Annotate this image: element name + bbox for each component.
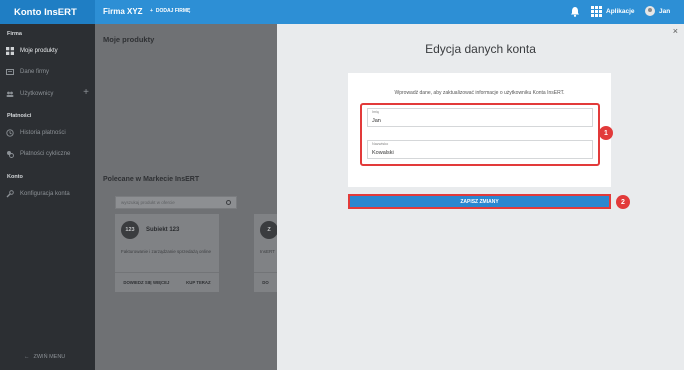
recurring-payment-icon bbox=[7, 150, 14, 158]
apps-grid-icon bbox=[591, 6, 602, 17]
panel-title: Edycja danych konta bbox=[425, 42, 536, 56]
market-section-title: Polecane w Markecie InsERT bbox=[103, 176, 200, 183]
plus-icon: + bbox=[150, 8, 153, 14]
product-badge: Z bbox=[260, 221, 277, 239]
wrench-icon bbox=[6, 189, 14, 197]
sidebar-item-label: Konfiguracja konta bbox=[20, 190, 70, 197]
section-account: Konto bbox=[7, 174, 23, 180]
save-changes-button[interactable]: ZAPISZ ZMIANY bbox=[348, 194, 611, 209]
add-company-button[interactable]: + DODAJ FIRMĘ bbox=[150, 8, 190, 14]
sidebar-item-account-config[interactable]: Konfiguracja konta bbox=[0, 186, 95, 201]
grid-icon bbox=[6, 46, 14, 55]
top-bar: Konto InsERT Firma XYZ + DODAJ FIRMĘ Apl… bbox=[0, 0, 684, 24]
apps-label: Aplikacje bbox=[606, 8, 635, 15]
apps-menu[interactable]: Aplikacje bbox=[591, 6, 635, 17]
user-menu[interactable]: Jan bbox=[645, 6, 670, 16]
section-firma: Firma bbox=[7, 31, 22, 37]
sidebar-item-payment-history[interactable]: Historia płatności bbox=[0, 125, 95, 140]
search-placeholder: wyszukaj produkt w ofercie bbox=[121, 200, 175, 205]
last-name-value: Kowalski bbox=[372, 150, 394, 156]
bell-icon[interactable] bbox=[570, 6, 580, 17]
sidebar-item-products[interactable]: Moje produkty bbox=[0, 43, 95, 58]
last-name-field[interactable]: Nazwisko Kowalski bbox=[367, 140, 593, 159]
add-user-plus-icon[interactable]: + bbox=[83, 88, 89, 98]
product-card-partial: Z InsERT DO bbox=[254, 214, 277, 292]
product-badge: 123 bbox=[121, 221, 139, 239]
users-icon bbox=[6, 91, 14, 97]
product-actions: DO bbox=[254, 272, 277, 292]
sidebar-item-label: Użytkownicy bbox=[20, 90, 54, 97]
app-logo[interactable]: Konto InsERT bbox=[0, 0, 95, 24]
sidebar-item-label: Moje produkty bbox=[20, 47, 58, 54]
page-title: Moje produkty bbox=[103, 35, 155, 44]
learn-more-button[interactable]: DOWIEDZ SIĘ WIĘCEJ bbox=[123, 280, 169, 285]
add-company-label: DODAJ FIRMĘ bbox=[155, 8, 191, 14]
first-name-field[interactable]: Imię Jan bbox=[367, 108, 593, 127]
search-icon[interactable] bbox=[226, 200, 231, 205]
user-avatar-icon bbox=[645, 6, 655, 16]
product-card-subiekt: 123 Subiekt 123 Fakturowanie i zarządzan… bbox=[115, 214, 219, 292]
user-name: Jan bbox=[659, 7, 671, 15]
product-description: InsERT bbox=[260, 249, 275, 254]
sidebar-item-label: Historia płatności bbox=[20, 129, 66, 136]
callout-badge: 2 bbox=[616, 195, 630, 209]
product-description: Fakturowanie i zarządzanie sprzedażą onl… bbox=[121, 249, 212, 254]
callout-badge: 1 bbox=[599, 126, 613, 140]
sidebar: Firma Moje produkty Dane firmy Użytkowni… bbox=[0, 24, 95, 370]
first-name-label: Imię bbox=[372, 110, 380, 114]
learn-more-button[interactable]: DO bbox=[262, 280, 268, 285]
sidebar-item-users[interactable]: Użytkownicy + bbox=[0, 86, 95, 101]
collapse-menu-button[interactable]: ← ZWIŃ MENU bbox=[24, 354, 65, 360]
sidebar-item-company-data[interactable]: Dane firmy bbox=[0, 64, 95, 79]
last-name-label: Nazwisko bbox=[372, 142, 389, 146]
form-description: Wprowadź dane, aby zaktualizować informa… bbox=[394, 90, 565, 96]
section-payments: Płatności bbox=[7, 113, 32, 119]
id-card-icon bbox=[6, 68, 14, 75]
sidebar-item-label: Płatności cykliczne bbox=[20, 150, 71, 157]
close-icon[interactable]: × bbox=[673, 26, 678, 36]
main-content: Moje produkty Polecane w Markecie InsERT… bbox=[95, 24, 277, 370]
sidebar-item-label: Dane firmy bbox=[20, 68, 50, 75]
edit-account-panel: × Edycja danych konta Wprowadź dane, aby… bbox=[277, 24, 684, 370]
product-actions: DOWIEDZ SIĘ WIĘCEJ KUP TERAZ bbox=[115, 272, 219, 292]
account-form: Wprowadź dane, aby zaktualizować informa… bbox=[348, 73, 611, 187]
buy-now-button[interactable]: KUP TERAZ bbox=[186, 280, 211, 285]
company-name[interactable]: Firma XYZ bbox=[103, 7, 143, 16]
product-name: Subiekt 123 bbox=[146, 227, 180, 233]
collapse-menu-label: ZWIŃ MENU bbox=[33, 354, 66, 360]
first-name-value: Jan bbox=[372, 118, 381, 124]
history-icon bbox=[6, 128, 14, 137]
product-search-input[interactable]: wyszukaj produkt w ofercie bbox=[115, 196, 237, 209]
fields-highlight: Imię Jan Nazwisko Kowalski bbox=[360, 103, 600, 166]
arrow-left-icon: ← bbox=[24, 354, 30, 360]
sidebar-item-recurring-payments[interactable]: Płatności cykliczne bbox=[0, 146, 95, 161]
